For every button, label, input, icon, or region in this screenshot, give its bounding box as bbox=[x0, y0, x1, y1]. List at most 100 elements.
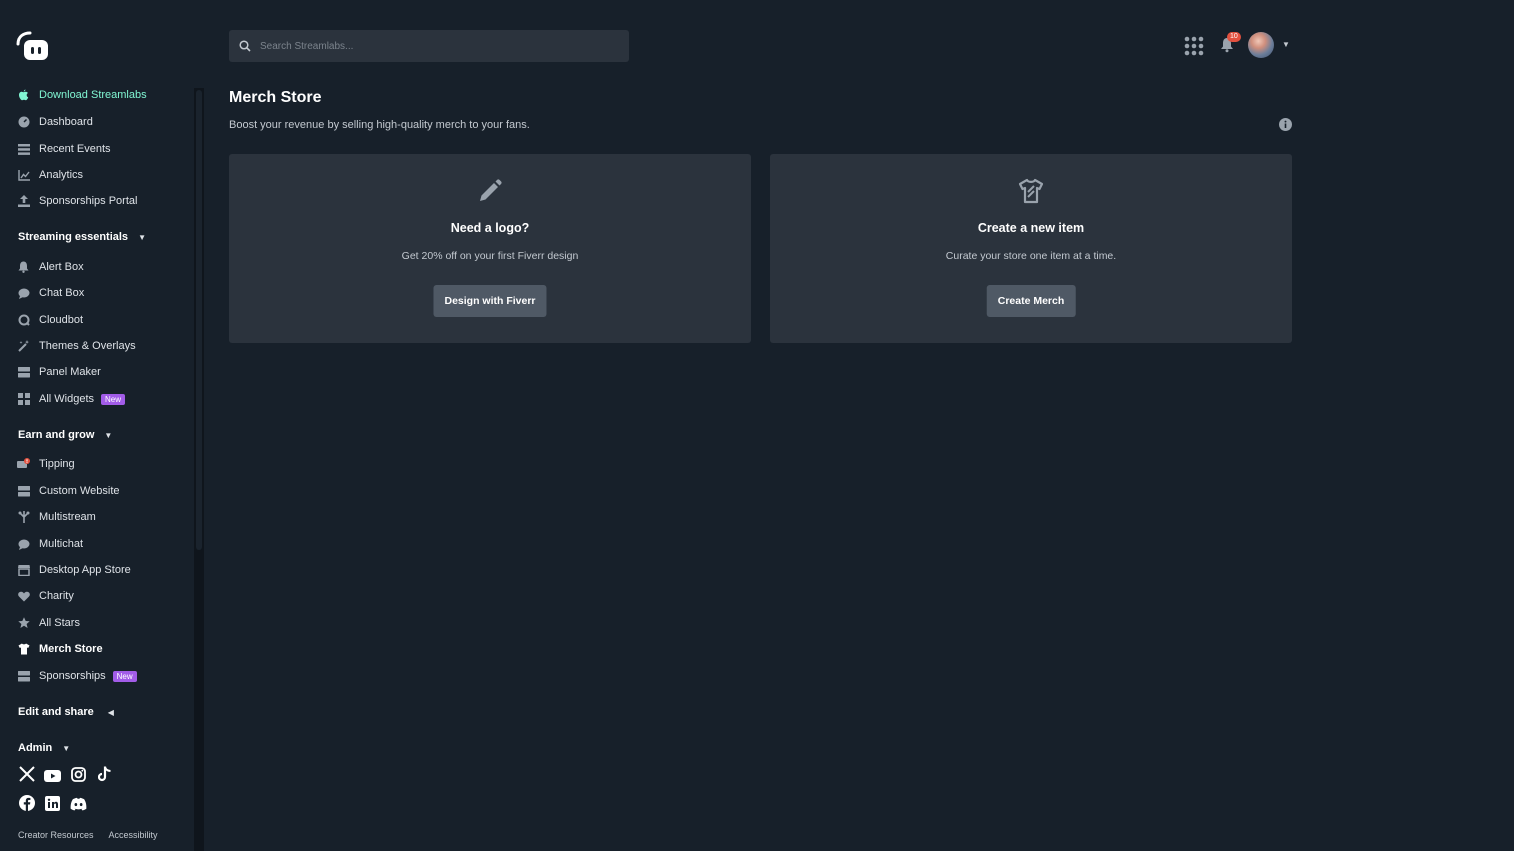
section-title: Earn and grow bbox=[18, 429, 95, 441]
search-input[interactable] bbox=[260, 40, 620, 52]
section-title: Edit and share bbox=[18, 706, 94, 718]
sidebar-item-label: Multistream bbox=[39, 511, 96, 523]
sponsorships-icon bbox=[17, 670, 30, 683]
social-links-row-1 bbox=[18, 765, 122, 787]
sidebar-item-label: Alert Box bbox=[39, 261, 84, 273]
star-icon bbox=[17, 617, 30, 630]
sidebar-item-label: Themes & Overlays bbox=[39, 340, 136, 352]
section-title: Streaming essentials bbox=[18, 231, 129, 243]
sidebar-item-alert-box[interactable]: Alert Box bbox=[17, 257, 84, 277]
facebook-icon[interactable] bbox=[18, 794, 35, 811]
header-actions: 10 ▼ bbox=[1184, 32, 1294, 58]
social-links-row-2 bbox=[18, 794, 96, 816]
sidebar-item-panel-maker[interactable]: Panel Maker bbox=[17, 362, 101, 382]
search-bar[interactable] bbox=[229, 30, 629, 62]
sidebar-item-charity[interactable]: Charity bbox=[17, 586, 74, 606]
sidebar-item-label: Chat Box bbox=[39, 287, 85, 299]
section-edit-and-share[interactable]: Edit and share ◀ bbox=[18, 703, 114, 721]
chevron-left-icon: ◀ bbox=[107, 707, 114, 717]
tiktok-icon[interactable] bbox=[96, 765, 113, 782]
multistream-icon bbox=[17, 511, 30, 524]
sidebar-item-sponsorships-portal[interactable]: Sponsorships Portal bbox=[17, 191, 137, 211]
linkedin-icon[interactable] bbox=[44, 795, 61, 812]
sidebar-scrollbar[interactable] bbox=[194, 88, 204, 851]
sidebar-item-custom-website[interactable]: Custom Website bbox=[17, 481, 120, 501]
sidebar-item-label: Desktop App Store bbox=[39, 564, 131, 576]
sidebar-item-sponsorships[interactable]: Sponsorships New bbox=[17, 666, 137, 686]
sidebar: Download Streamlabs Dashboard Recent Eve… bbox=[0, 0, 194, 851]
search-icon bbox=[239, 40, 251, 52]
page-title: Merch Store bbox=[229, 89, 322, 106]
apple-icon bbox=[17, 89, 30, 102]
card-title: Need a logo? bbox=[450, 221, 530, 235]
sidebar-item-themes-overlays[interactable]: Themes & Overlays bbox=[17, 336, 136, 356]
chevron-down-icon: ▼ bbox=[138, 232, 146, 242]
dashboard-icon bbox=[17, 116, 30, 129]
sidebar-item-label: Sponsorships bbox=[39, 670, 106, 682]
sidebar-item-label: Analytics bbox=[39, 169, 84, 181]
sidebar-item-recent-events[interactable]: Recent Events bbox=[17, 139, 111, 159]
chat-bubble-icon bbox=[17, 287, 30, 300]
chevron-down-icon: ▼ bbox=[104, 430, 113, 440]
section-admin[interactable]: Admin ▼ bbox=[18, 739, 70, 757]
page-subtitle: Boost your revenue by selling high-quali… bbox=[229, 119, 530, 131]
sidebar-item-label: Sponsorships Portal bbox=[39, 195, 138, 207]
cloudbot-icon bbox=[17, 314, 30, 327]
scrollbar-thumb[interactable] bbox=[196, 90, 202, 550]
shirt-icon bbox=[17, 643, 30, 656]
creator-resources-link[interactable]: Creator Resources bbox=[18, 830, 94, 840]
streamlabs-logo[interactable] bbox=[14, 30, 50, 62]
sidebar-footer: Creator Resources Accessibility bbox=[18, 830, 171, 840]
sidebar-item-all-widgets[interactable]: All Widgets New bbox=[17, 389, 126, 409]
chevron-down-icon: ▼ bbox=[62, 743, 71, 753]
fiverr-logo-card: Need a logo? Get 20% off on your first F… bbox=[229, 154, 751, 343]
bell-icon bbox=[17, 261, 30, 274]
sidebar-item-merch-store[interactable]: Merch Store bbox=[17, 639, 103, 659]
card-title: Create a new item bbox=[977, 221, 1085, 235]
multichat-icon bbox=[17, 538, 30, 551]
chevron-down-icon[interactable]: ▼ bbox=[1282, 40, 1290, 49]
section-earn-and-grow[interactable]: Earn and grow ▼ bbox=[18, 426, 112, 444]
avatar[interactable] bbox=[1248, 32, 1274, 58]
info-icon[interactable] bbox=[1279, 118, 1292, 131]
sidebar-item-all-stars[interactable]: All Stars bbox=[17, 613, 80, 633]
heart-icon bbox=[17, 590, 30, 603]
sidebar-item-label: Tipping bbox=[39, 458, 75, 470]
sidebar-item-analytics[interactable]: Analytics bbox=[17, 165, 83, 185]
notification-count-badge: 10 bbox=[1227, 32, 1241, 42]
sidebar-item-label: Multichat bbox=[39, 538, 84, 550]
sidebar-item-label: Cloudbot bbox=[39, 314, 84, 326]
sidebar-item-label: Charity bbox=[39, 590, 74, 602]
create-merch-button[interactable]: Create Merch bbox=[986, 285, 1076, 317]
section-title: Admin bbox=[18, 742, 53, 754]
sidebar-item-label: Dashboard bbox=[39, 116, 93, 128]
list-icon bbox=[17, 143, 30, 156]
sidebar-item-dashboard[interactable]: Dashboard bbox=[17, 112, 93, 132]
chart-icon bbox=[17, 169, 30, 182]
sidebar-item-tipping[interactable]: Tipping bbox=[17, 454, 75, 474]
section-streaming-essentials[interactable]: Streaming essentials ▼ bbox=[18, 228, 146, 246]
magic-wand-icon bbox=[17, 340, 30, 353]
youtube-icon[interactable] bbox=[44, 767, 61, 784]
accessibility-link[interactable]: Accessibility bbox=[109, 830, 158, 840]
sidebar-item-cloudbot[interactable]: Cloudbot bbox=[17, 310, 83, 330]
sidebar-item-multistream[interactable]: Multistream bbox=[17, 507, 96, 527]
sidebar-item-download-streamlabs[interactable]: Download Streamlabs bbox=[17, 85, 147, 105]
sidebar-item-multichat[interactable]: Multichat bbox=[17, 534, 83, 554]
pencil-icon bbox=[480, 179, 502, 201]
design-with-fiverr-button[interactable]: Design with Fiverr bbox=[433, 285, 547, 317]
x-icon[interactable] bbox=[18, 765, 35, 782]
sidebar-item-label: Panel Maker bbox=[39, 366, 101, 378]
tipping-icon bbox=[17, 458, 30, 471]
discord-icon[interactable] bbox=[70, 795, 87, 812]
create-item-card: Create a new item Curate your store one … bbox=[770, 154, 1292, 343]
website-icon bbox=[17, 485, 30, 498]
sidebar-item-label: Download Streamlabs bbox=[39, 89, 147, 101]
instagram-icon[interactable] bbox=[70, 766, 87, 783]
card-description: Get 20% off on your first Fiverr design bbox=[401, 250, 579, 262]
sidebar-item-chat-box[interactable]: Chat Box bbox=[17, 283, 84, 303]
apps-grid-icon[interactable] bbox=[1184, 36, 1204, 56]
sidebar-item-label: Custom Website bbox=[39, 485, 120, 497]
new-badge: New bbox=[101, 393, 126, 405]
sidebar-item-desktop-app-store[interactable]: Desktop App Store bbox=[17, 560, 131, 580]
